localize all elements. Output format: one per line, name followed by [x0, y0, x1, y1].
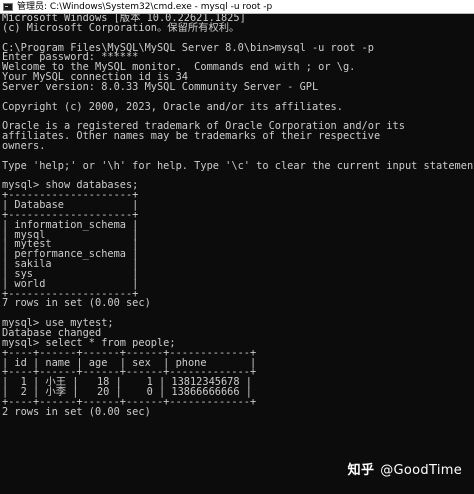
console-line: Server version: 8.0.33 MySQL Community S… [2, 80, 319, 93]
zhihu-logo: 知乎 [347, 463, 375, 478]
title-bar[interactable]: 管理员: C:\Windows\System32\cmd.exe - mysql… [0, 0, 474, 14]
watermark-handle: @GoodTime [380, 463, 462, 478]
console-app-icon [3, 2, 13, 11]
window-title: 管理员: C:\Windows\System32\cmd.exe - mysql… [17, 1, 273, 12]
console-output[interactable]: Microsoft Windows [版本 10.0.22621.1825] (c… [0, 14, 474, 494]
console-line: owners. [2, 139, 46, 152]
console-line: (c) Microsoft Corporation。保留所有权利。 [2, 21, 240, 34]
console-line: affiliates. Other names may be trademark… [2, 130, 381, 143]
console-line: Copyright (c) 2000, 2023, Oracle and/or … [2, 100, 343, 113]
watermark: 知乎 @GoodTime [348, 459, 462, 478]
console-line: Type 'help;' or '\h' for help. Type '\c'… [2, 159, 474, 172]
cmd-window: 管理员: C:\Windows\System32\cmd.exe - mysql… [0, 0, 474, 494]
console-line: 2 rows in set (0.00 sec) [2, 405, 151, 418]
console-line: 7 rows in set (0.00 sec) [2, 297, 151, 310]
